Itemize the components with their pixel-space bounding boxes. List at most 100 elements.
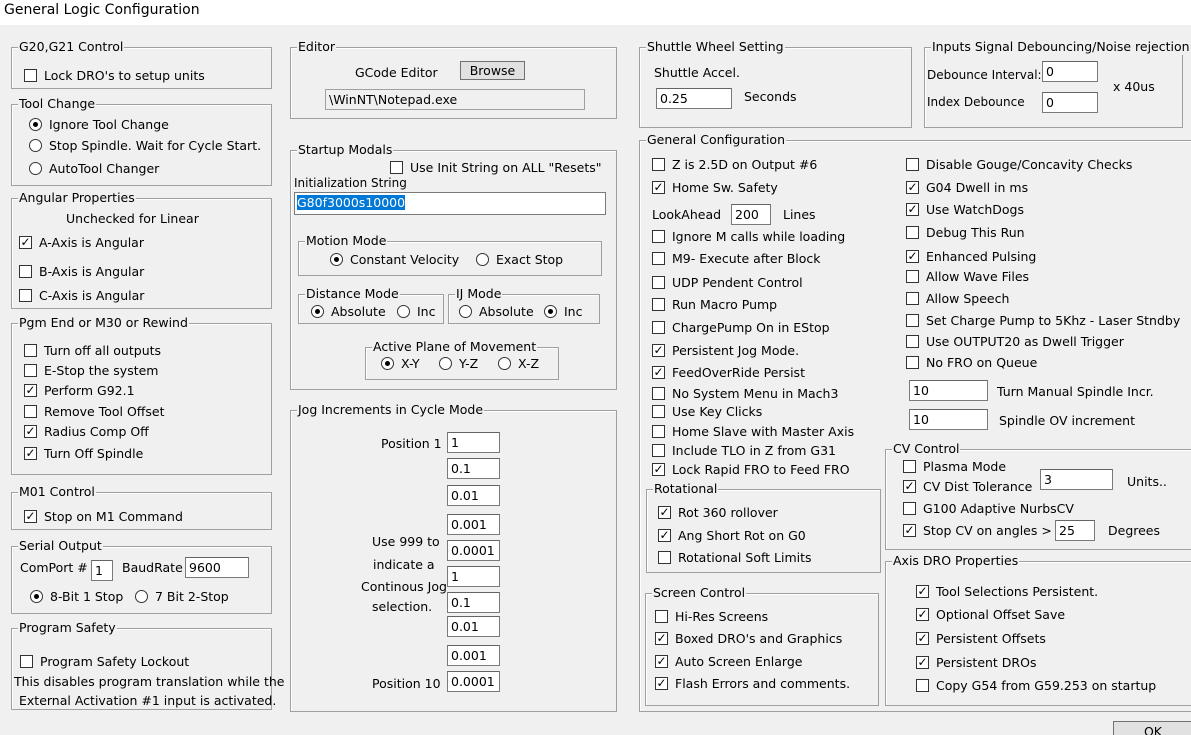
spindle-ov-input[interactable] xyxy=(909,409,988,430)
radio-dot[interactable] xyxy=(135,590,148,603)
checkbox-box[interactable] xyxy=(916,679,929,692)
rot-360-rollover-checkbox[interactable]: ✓ Rot 360 rollover xyxy=(658,505,778,520)
jog-increment-2[interactable] xyxy=(447,458,500,479)
jog-increment-1[interactable] xyxy=(447,432,500,453)
c-axis-angular-checkbox[interactable]: C-Axis is Angular xyxy=(19,288,144,303)
checkbox-box[interactable]: ✓ xyxy=(658,506,671,519)
radio-distance-absolute[interactable]: Absolute xyxy=(311,304,386,319)
checkbox-box[interactable] xyxy=(652,387,665,400)
disable-gouge-checkbox[interactable]: Disable Gouge/Concavity Checks xyxy=(906,157,1132,172)
copy-g54-checkbox[interactable]: Copy G54 from G59.253 on startup xyxy=(916,678,1156,693)
b-axis-angular-checkbox[interactable]: B-Axis is Angular xyxy=(19,264,144,279)
jog-increment-8[interactable] xyxy=(447,616,500,637)
radio-ignore-tool-change[interactable]: Ignore Tool Change xyxy=(29,117,169,132)
radio-ij-inc[interactable]: Inc xyxy=(544,304,582,319)
checkbox-box[interactable] xyxy=(903,502,916,515)
home-slave-checkbox[interactable]: Home Slave with Master Axis xyxy=(652,424,854,439)
checkbox-box[interactable]: ✓ xyxy=(652,366,665,379)
radio-dot[interactable] xyxy=(459,305,472,318)
use-key-clicks-checkbox[interactable]: Use Key Clicks xyxy=(652,404,762,419)
auto-screen-enlarge-checkbox[interactable]: ✓ Auto Screen Enlarge xyxy=(655,654,802,669)
radio-dot[interactable] xyxy=(397,305,410,318)
checkbox-box[interactable]: ✓ xyxy=(655,632,668,645)
debug-run-checkbox[interactable]: Debug This Run xyxy=(906,225,1025,240)
radio-8bit-1stop[interactable]: 8-Bit 1 Stop xyxy=(30,589,123,604)
checkbox-box[interactable] xyxy=(652,405,665,418)
persistent-jog-checkbox[interactable]: ✓ Persistent Jog Mode. xyxy=(652,343,799,358)
checkbox-box[interactable] xyxy=(19,289,32,302)
jog-increment-5[interactable] xyxy=(447,540,500,561)
checkbox-box[interactable] xyxy=(24,405,37,418)
cv-dist-tolerance-checkbox[interactable]: ✓ CV Dist Tolerance xyxy=(903,479,1032,494)
feedoverride-persist-checkbox[interactable]: ✓ FeedOverRide Persist xyxy=(652,365,805,380)
estop-system-checkbox[interactable]: E-Stop the system xyxy=(24,363,158,378)
radio-dot[interactable] xyxy=(330,253,343,266)
checkbox-box[interactable] xyxy=(20,655,33,668)
chargepump-estop-checkbox[interactable]: ChargePump On in EStop xyxy=(652,320,830,335)
radio-stop-spindle[interactable]: Stop Spindle. Wait for Cycle Start. xyxy=(29,138,261,153)
checkbox-box[interactable] xyxy=(652,230,665,243)
persistent-dros-checkbox[interactable]: ✓ Persistent DROs xyxy=(916,655,1036,670)
radio-dot[interactable] xyxy=(476,253,489,266)
boxed-dros-checkbox[interactable]: ✓ Boxed DRO's and Graphics xyxy=(655,631,842,646)
radio-dot[interactable] xyxy=(29,139,42,152)
checkbox-box[interactable] xyxy=(652,298,665,311)
use-init-string-checkbox[interactable]: Use Init String on ALL "Resets" xyxy=(390,160,602,175)
radio-dot[interactable] xyxy=(30,590,43,603)
checkbox-box[interactable] xyxy=(906,335,919,348)
index-debounce-input[interactable] xyxy=(1042,92,1098,113)
init-string-input[interactable]: G80f3000s10000 xyxy=(294,192,606,215)
no-system-menu-checkbox[interactable]: No System Menu in Mach3 xyxy=(652,386,838,401)
checkbox-box[interactable] xyxy=(906,292,919,305)
allow-speech-checkbox[interactable]: Allow Speech xyxy=(906,291,1009,306)
radio-dot[interactable] xyxy=(311,305,324,318)
perform-g92-checkbox[interactable]: ✓ Perform G92.1 xyxy=(24,383,135,398)
checkbox-box[interactable] xyxy=(655,610,668,623)
use-watchdogs-checkbox[interactable]: ✓ Use WatchDogs xyxy=(906,202,1024,217)
checkbox-box[interactable] xyxy=(19,265,32,278)
tool-selections-persistent-checkbox[interactable]: ✓ Tool Selections Persistent. xyxy=(916,584,1098,599)
browse-button[interactable]: Browse xyxy=(460,61,525,80)
checkbox-box[interactable] xyxy=(652,252,665,265)
checkbox-box[interactable] xyxy=(906,356,919,369)
checkbox-box[interactable]: ✓ xyxy=(24,384,37,397)
radius-comp-off-checkbox[interactable]: ✓ Radius Comp Off xyxy=(24,424,149,439)
checkbox-box[interactable] xyxy=(658,551,671,564)
hi-res-screens-checkbox[interactable]: Hi-Res Screens xyxy=(655,609,768,624)
radio-exact-stop[interactable]: Exact Stop xyxy=(476,252,563,267)
checkbox-box[interactable] xyxy=(24,69,37,82)
checkbox-box[interactable] xyxy=(652,444,665,457)
checkbox-box[interactable] xyxy=(906,270,919,283)
remove-tool-offset-checkbox[interactable]: Remove Tool Offset xyxy=(24,404,165,419)
g100-nurbs-checkbox[interactable]: G100 Adaptive NurbsCV xyxy=(903,501,1074,516)
radio-dot[interactable] xyxy=(498,357,511,370)
plasma-mode-checkbox[interactable]: Plasma Mode xyxy=(903,459,1006,474)
checkbox-box[interactable] xyxy=(390,161,403,174)
stop-cv-angles-input[interactable] xyxy=(1055,520,1095,541)
persistent-offsets-checkbox[interactable]: ✓ Persistent Offsets xyxy=(916,631,1046,646)
lookahead-input[interactable] xyxy=(731,204,771,225)
checkbox-box[interactable]: ✓ xyxy=(906,181,919,194)
stop-cv-angles-checkbox[interactable]: ✓ Stop CV on angles > xyxy=(903,523,1052,538)
jog-increment-6[interactable] xyxy=(447,566,500,587)
g04-dwell-checkbox[interactable]: ✓ G04 Dwell in ms xyxy=(906,180,1028,195)
checkbox-box[interactable]: ✓ xyxy=(916,656,929,669)
charge-pump-5khz-checkbox[interactable]: Set Charge Pump to 5Khz - Laser Stndby xyxy=(906,313,1180,328)
checkbox-box[interactable]: ✓ xyxy=(19,236,32,249)
checkbox-box[interactable]: ✓ xyxy=(903,524,916,537)
m9-execute-checkbox[interactable]: M9- Execute after Block xyxy=(652,251,821,266)
include-tlo-checkbox[interactable]: Include TLO in Z from G31 xyxy=(652,443,836,458)
checkbox-box[interactable] xyxy=(903,460,916,473)
comport-input[interactable] xyxy=(91,560,113,581)
a-axis-angular-checkbox[interactable]: ✓ A-Axis is Angular xyxy=(19,235,144,250)
checkbox-box[interactable] xyxy=(906,314,919,327)
checkbox-box[interactable]: ✓ xyxy=(658,529,671,542)
radio-autotool-changer[interactable]: AutoTool Changer xyxy=(29,161,159,176)
radio-dot[interactable] xyxy=(544,305,557,318)
radio-plane-yz[interactable]: Y-Z xyxy=(439,356,478,371)
radio-dot[interactable] xyxy=(381,357,394,370)
spindle-incr-input[interactable] xyxy=(909,380,988,401)
ignore-m-calls-checkbox[interactable]: Ignore M calls while loading xyxy=(652,229,845,244)
turn-off-spindle-checkbox[interactable]: ✓ Turn Off Spindle xyxy=(24,446,143,461)
debounce-interval-input[interactable] xyxy=(1042,61,1098,82)
